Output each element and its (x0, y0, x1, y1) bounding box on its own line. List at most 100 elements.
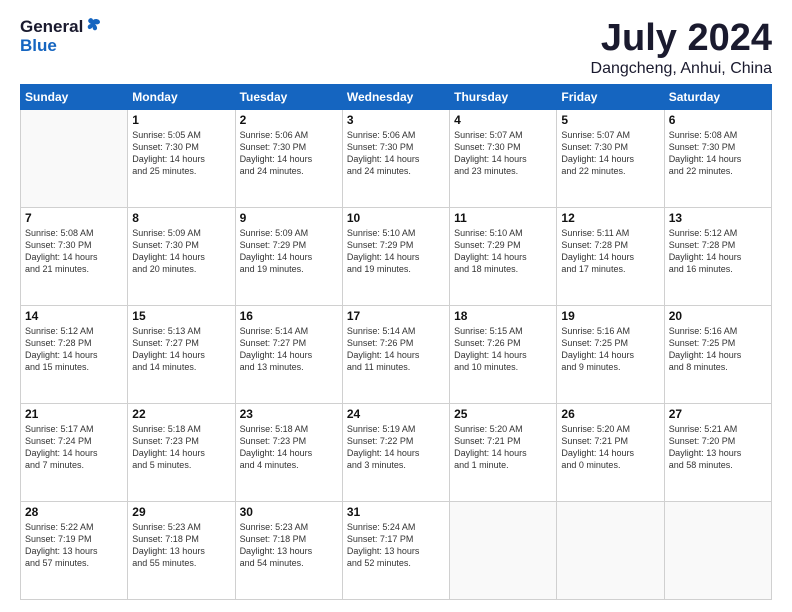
calendar-cell: 5 Sunrise: 5:07 AM Sunset: 7:30 PM Daylig… (557, 109, 664, 207)
day-number: 1 (132, 113, 230, 127)
calendar-cell: 20 Sunrise: 5:16 AM Sunset: 7:25 PM Dayli… (664, 305, 771, 403)
calendar-week-row: 28 Sunrise: 5:22 AM Sunset: 7:19 PM Dayli… (21, 501, 772, 599)
calendar-cell: 12Sunrise: 5:11 AM Sunset: 7:28 PM Dayli… (557, 207, 664, 305)
col-thursday: Thursday (450, 84, 557, 109)
day-info: Sunrise: 5:14 AM Sunset: 7:26 PM Dayligh… (347, 325, 445, 374)
page: General Blue July 2024 Dangcheng, Anhui,… (0, 0, 792, 612)
logo-blue-text: Blue (20, 36, 57, 55)
col-saturday: Saturday (664, 84, 771, 109)
day-number: 29 (132, 505, 230, 519)
day-info: Sunrise: 5:12 AM Sunset: 7:28 PM Dayligh… (25, 325, 123, 374)
day-info: Sunrise: 5:07 AM Sunset: 7:30 PM Dayligh… (561, 129, 659, 178)
day-number: 13 (669, 211, 767, 225)
day-number: 23 (240, 407, 338, 421)
day-info: Sunrise: 5:17 AM Sunset: 7:24 PM Dayligh… (25, 423, 123, 472)
day-info: Sunrise: 5:12 AM Sunset: 7:28 PM Dayligh… (669, 227, 767, 276)
day-number: 21 (25, 407, 123, 421)
calendar-cell: 21 Sunrise: 5:17 AM Sunset: 7:24 PM Dayli… (21, 403, 128, 501)
col-sunday: Sunday (21, 84, 128, 109)
col-tuesday: Tuesday (235, 84, 342, 109)
day-info: Sunrise: 5:16 AM Sunset: 7:25 PM Dayligh… (669, 325, 767, 374)
day-info: Sunrise: 5:20 AM Sunset: 7:21 PM Dayligh… (561, 423, 659, 472)
calendar-cell: 6 Sunrise: 5:08 AM Sunset: 7:30 PM Daylig… (664, 109, 771, 207)
day-number: 15 (132, 309, 230, 323)
day-number: 22 (132, 407, 230, 421)
day-info: Sunrise: 5:18 AM Sunset: 7:23 PM Dayligh… (132, 423, 230, 472)
day-number: 26 (561, 407, 659, 421)
calendar-cell: 10Sunrise: 5:10 AM Sunset: 7:29 PM Dayli… (342, 207, 449, 305)
day-number: 9 (240, 211, 338, 225)
day-number: 20 (669, 309, 767, 323)
day-info: Sunrise: 5:08 AM Sunset: 7:30 PM Dayligh… (669, 129, 767, 178)
calendar-cell (557, 501, 664, 599)
calendar-cell: 29 Sunrise: 5:23 AM Sunset: 7:18 PM Dayli… (128, 501, 235, 599)
day-info: Sunrise: 5:06 AM Sunset: 7:30 PM Dayligh… (347, 129, 445, 178)
day-number: 30 (240, 505, 338, 519)
day-info: Sunrise: 5:21 AM Sunset: 7:20 PM Dayligh… (669, 423, 767, 472)
day-info: Sunrise: 5:22 AM Sunset: 7:19 PM Dayligh… (25, 521, 123, 570)
logo: General Blue (20, 18, 102, 55)
day-number: 16 (240, 309, 338, 323)
day-info: Sunrise: 5:23 AM Sunset: 7:18 PM Dayligh… (240, 521, 338, 570)
day-number: 14 (25, 309, 123, 323)
calendar-cell (664, 501, 771, 599)
calendar-location: Dangcheng, Anhui, China (591, 60, 772, 78)
day-number: 19 (561, 309, 659, 323)
calendar-header-row: Sunday Monday Tuesday Wednesday Thursday… (21, 84, 772, 109)
day-info: Sunrise: 5:06 AM Sunset: 7:30 PM Dayligh… (240, 129, 338, 178)
day-number: 8 (132, 211, 230, 225)
day-number: 31 (347, 505, 445, 519)
calendar-week-row: 21 Sunrise: 5:17 AM Sunset: 7:24 PM Dayli… (21, 403, 772, 501)
calendar-cell: 28 Sunrise: 5:22 AM Sunset: 7:19 PM Dayli… (21, 501, 128, 599)
calendar-cell (21, 109, 128, 207)
col-wednesday: Wednesday (342, 84, 449, 109)
day-info: Sunrise: 5:08 AM Sunset: 7:30 PM Dayligh… (25, 227, 123, 276)
calendar-cell: 14 Sunrise: 5:12 AM Sunset: 7:28 PM Dayli… (21, 305, 128, 403)
day-number: 24 (347, 407, 445, 421)
calendar-week-row: 7 Sunrise: 5:08 AM Sunset: 7:30 PM Daylig… (21, 207, 772, 305)
day-number: 28 (25, 505, 123, 519)
calendar-cell: 22 Sunrise: 5:18 AM Sunset: 7:23 PM Dayli… (128, 403, 235, 501)
calendar-cell: 25Sunrise: 5:20 AM Sunset: 7:21 PM Dayli… (450, 403, 557, 501)
calendar-cell: 17 Sunrise: 5:14 AM Sunset: 7:26 PM Dayli… (342, 305, 449, 403)
calendar-cell: 16 Sunrise: 5:14 AM Sunset: 7:27 PM Dayli… (235, 305, 342, 403)
day-number: 6 (669, 113, 767, 127)
calendar-cell: 11 Sunrise: 5:10 AM Sunset: 7:29 PM Dayli… (450, 207, 557, 305)
day-info: Sunrise: 5:19 AM Sunset: 7:22 PM Dayligh… (347, 423, 445, 472)
day-info: Sunrise: 5:10 AM Sunset: 7:29 PM Dayligh… (454, 227, 552, 276)
calendar-title: July 2024 (591, 18, 772, 60)
col-monday: Monday (128, 84, 235, 109)
calendar-cell: 23 Sunrise: 5:18 AM Sunset: 7:23 PM Dayli… (235, 403, 342, 501)
day-number: 5 (561, 113, 659, 127)
day-number: 4 (454, 113, 552, 127)
day-info: Sunrise: 5:23 AM Sunset: 7:18 PM Dayligh… (132, 521, 230, 570)
calendar-week-row: 14 Sunrise: 5:12 AM Sunset: 7:28 PM Dayli… (21, 305, 772, 403)
day-info: Sunrise: 5:09 AM Sunset: 7:29 PM Dayligh… (240, 227, 338, 276)
calendar-cell: 2Sunrise: 5:06 AM Sunset: 7:30 PM Daylig… (235, 109, 342, 207)
calendar-cell: 24 Sunrise: 5:19 AM Sunset: 7:22 PM Dayli… (342, 403, 449, 501)
day-number: 11 (454, 211, 552, 225)
day-info: Sunrise: 5:16 AM Sunset: 7:25 PM Dayligh… (561, 325, 659, 374)
calendar-cell: 4Sunrise: 5:07 AM Sunset: 7:30 PM Daylig… (450, 109, 557, 207)
day-info: Sunrise: 5:14 AM Sunset: 7:27 PM Dayligh… (240, 325, 338, 374)
calendar-cell (450, 501, 557, 599)
col-friday: Friday (557, 84, 664, 109)
calendar-cell: 18Sunrise: 5:15 AM Sunset: 7:26 PM Dayli… (450, 305, 557, 403)
calendar-cell: 30 Sunrise: 5:23 AM Sunset: 7:18 PM Dayli… (235, 501, 342, 599)
calendar-body: 1Sunrise: 5:05 AM Sunset: 7:30 PM Daylig… (21, 109, 772, 599)
day-number: 27 (669, 407, 767, 421)
logo-general-text: General (20, 18, 83, 37)
calendar-cell: 19 Sunrise: 5:16 AM Sunset: 7:25 PM Dayli… (557, 305, 664, 403)
day-number: 10 (347, 211, 445, 225)
day-number: 7 (25, 211, 123, 225)
day-info: Sunrise: 5:24 AM Sunset: 7:17 PM Dayligh… (347, 521, 445, 570)
day-info: Sunrise: 5:18 AM Sunset: 7:23 PM Dayligh… (240, 423, 338, 472)
day-number: 12 (561, 211, 659, 225)
day-number: 25 (454, 407, 552, 421)
calendar-cell: 13 Sunrise: 5:12 AM Sunset: 7:28 PM Dayli… (664, 207, 771, 305)
day-number: 17 (347, 309, 445, 323)
day-number: 3 (347, 113, 445, 127)
day-info: Sunrise: 5:15 AM Sunset: 7:26 PM Dayligh… (454, 325, 552, 374)
title-block: July 2024 Dangcheng, Anhui, China (591, 18, 772, 78)
calendar-week-row: 1Sunrise: 5:05 AM Sunset: 7:30 PM Daylig… (21, 109, 772, 207)
